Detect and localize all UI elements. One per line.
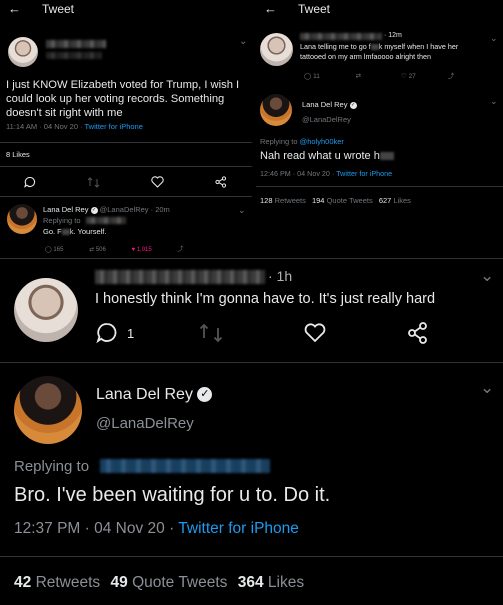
avatar[interactable] (260, 94, 292, 126)
divider (0, 166, 252, 167)
tweet-action-row: ◯ 11 ⇄ ♡ 27 ⤴ (304, 70, 454, 80)
likes-num[interactable]: 627 (379, 196, 392, 205)
replying-to: Replying to (43, 216, 81, 225)
retweets-num[interactable]: 42 (14, 574, 31, 591)
redacted-name (95, 270, 265, 284)
avatar[interactable] (14, 376, 82, 444)
reply-count: 11 (313, 73, 320, 80)
display-name[interactable]: Lana Del Rey ✓ (96, 386, 213, 404)
reply-icon[interactable] (24, 176, 36, 188)
reply-count: 1 (127, 326, 135, 341)
divider (0, 556, 503, 557)
like-icon[interactable] (151, 176, 164, 188)
timestamp: 12:46 PM · 04 Nov 20 · Twitter for iPhon… (260, 169, 393, 178)
replying-to-link[interactable]: @holyh00ker (300, 137, 344, 146)
reply-icon[interactable]: ◯ (45, 247, 52, 253)
like-icon[interactable]: ♡ (401, 73, 407, 80)
handle[interactable]: @LanaDelRey (96, 415, 194, 432)
reply-icon[interactable] (96, 322, 118, 344)
time-ago: · 12m (384, 32, 402, 39)
like-icon[interactable] (304, 323, 326, 343)
header-title: Tweet (42, 2, 75, 16)
reply-action-row: ◯ 165 ⇄ 506 ♥ 1,015 ⤴ (45, 244, 183, 253)
chevron-down-icon[interactable]: ⌄ (480, 266, 494, 286)
share-icon[interactable] (408, 322, 428, 344)
retweet-icon[interactable]: ⇄ (356, 73, 361, 80)
reply-text: Go. Fk. Yourself. (43, 227, 107, 236)
avatar[interactable] (7, 204, 37, 234)
client-link[interactable]: Twitter for iPhone (336, 169, 392, 178)
divider (0, 196, 252, 197)
redacted-handle (46, 52, 102, 59)
chevron-down-icon[interactable]: ⌄ (238, 205, 246, 216)
share-icon[interactable]: ⤴ (448, 73, 455, 80)
back-arrow-icon[interactable]: ← (8, 1, 21, 16)
likes-count[interactable]: 8 Likes (6, 150, 30, 159)
tweet-text: I just KNOW Elizabeth voted for Trump, I… (6, 79, 240, 119)
quotes-num[interactable]: 49 (111, 574, 128, 591)
divider (256, 186, 503, 187)
tweet-main-text: Nah read what u wrote h (260, 150, 394, 162)
verified-badge-icon: ✓ (349, 101, 357, 109)
redacted-username (100, 459, 270, 473)
handle-time: @LanaDelRey · 20m (99, 205, 170, 214)
header-title: Tweet (298, 2, 331, 16)
likes-num[interactable]: 364 (238, 574, 264, 591)
divider (0, 258, 503, 259)
like-count: 27 (408, 73, 416, 80)
timestamp: 11:14 AM · 04 Nov 20 · Twitter for iPhon… (6, 122, 143, 131)
client-link[interactable]: Twitter for iPhone (85, 122, 143, 131)
chevron-down-icon[interactable]: ⌄ (490, 33, 498, 44)
replying-to: Replying to (14, 458, 90, 475)
back-arrow-icon[interactable]: ← (264, 1, 277, 16)
quotes-num[interactable]: 194 (312, 196, 325, 205)
like-count: 1,015 (136, 247, 152, 253)
reply-count: 165 (53, 247, 64, 253)
handle[interactable]: @LanaDelRey (302, 115, 351, 124)
share-icon[interactable]: ⤴ (177, 247, 183, 253)
chevron-down-icon[interactable]: ⌄ (480, 378, 494, 398)
retweet-icon[interactable] (87, 177, 100, 188)
divider (0, 362, 503, 363)
reply-header: Lana Del Rey ✓ @LanaDelRey · 20m (43, 205, 170, 214)
retweet-count: 506 (95, 247, 106, 253)
divider (0, 142, 252, 143)
verified-badge-icon: ✓ (197, 387, 213, 403)
retweet-icon[interactable]: ⇄ (89, 247, 94, 253)
tweet-main-text: Bro. I've been waiting for u to. Do it. (14, 484, 331, 506)
chevron-down-icon[interactable]: ⌄ (239, 36, 247, 47)
avatar[interactable] (260, 33, 293, 66)
retweet-icon[interactable] (199, 323, 223, 343)
timestamp: 12:37 PM · 04 Nov 20 · Twitter for iPhon… (14, 520, 299, 537)
avatar[interactable] (14, 278, 78, 342)
reply-text: I honestly think I'm gonna have to. It's… (95, 291, 436, 307)
client-link[interactable]: Twitter for iPhone (178, 520, 299, 537)
redacted-name (300, 33, 382, 40)
share-icon[interactable] (215, 176, 227, 188)
verified-badge-icon: ✓ (90, 206, 98, 214)
retweets-num[interactable]: 128 (260, 196, 273, 205)
like-icon[interactable]: ♥ (131, 247, 135, 253)
chevron-down-icon[interactable]: ⌄ (490, 96, 498, 107)
stats-row: 42 Retweets 49 Quote Tweets 364 Likes (14, 574, 305, 591)
reply-icon[interactable]: ◯ (304, 73, 311, 80)
avatar[interactable] (8, 37, 38, 67)
replying-to: Replying to @holyh00ker (260, 137, 344, 146)
redacted-name (46, 40, 106, 48)
display-name[interactable]: Lana Del Rey ✓ (302, 100, 357, 109)
tweet-text: Lana telling me to go fk myself when I h… (300, 42, 459, 61)
stats-row: 128 Retweets 194 Quote Tweets 627 Likes (260, 196, 411, 205)
redacted-username (86, 217, 126, 224)
time-ago: · 1h (268, 268, 293, 284)
display-name[interactable]: Lana Del Rey (43, 205, 88, 214)
